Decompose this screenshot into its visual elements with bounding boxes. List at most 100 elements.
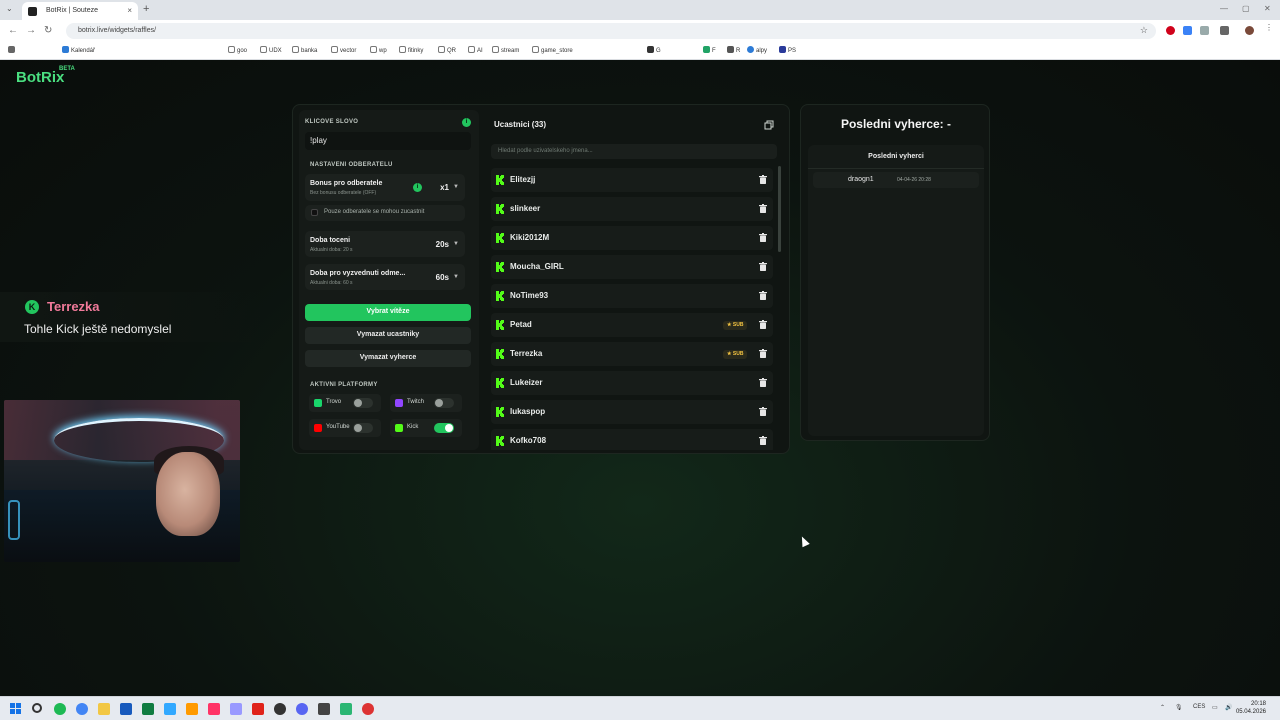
participant-row[interactable]: Petad ★ SUB: [491, 313, 773, 337]
chevron-down-icon[interactable]: ▼: [453, 241, 459, 247]
trash-icon[interactable]: [759, 262, 767, 271]
bookmark-folder[interactable]: UDX: [260, 46, 282, 54]
bookmark-folder[interactable]: AI: [468, 46, 483, 54]
profile-avatar[interactable]: [1245, 26, 1254, 35]
botrix-logo[interactable]: BotRix: [16, 69, 64, 86]
youtube-toggle[interactable]: [353, 423, 373, 433]
participant-row[interactable]: Kiki2012M: [491, 226, 773, 250]
participant-row[interactable]: lukaspop: [491, 400, 773, 424]
participant-row[interactable]: slinkeer: [491, 197, 773, 221]
kick-toggle[interactable]: [434, 423, 454, 433]
clear-winners-button[interactable]: Vymazat vyherce: [305, 350, 471, 367]
app-icon[interactable]: [340, 703, 352, 715]
bookmark-folder[interactable]: fitinky: [399, 46, 423, 54]
bookmark-link[interactable]: alpy: [747, 46, 767, 54]
bookmark-folder[interactable]: goo: [228, 46, 247, 54]
illustrator-icon[interactable]: [186, 703, 198, 715]
extension-icon[interactable]: [1200, 26, 1209, 35]
search-icon[interactable]: [32, 703, 42, 713]
participant-row[interactable]: NoTime93: [491, 284, 773, 308]
subscriber-bonus-setting[interactable]: Bonus pro odberatele Bez bonusu odberate…: [305, 174, 465, 201]
claim-duration-setting[interactable]: Doba pro vyzvednuti odme... Aktualni dob…: [305, 264, 465, 290]
pick-winner-button[interactable]: Vybrat vítěze: [305, 304, 471, 321]
trash-icon[interactable]: [759, 436, 767, 445]
bookmark-folder[interactable]: vector: [331, 46, 356, 54]
bookmark-folder[interactable]: QR: [438, 46, 456, 54]
trash-icon[interactable]: [759, 407, 767, 416]
participants-scrollbar[interactable]: [778, 166, 781, 252]
browser-menu-icon[interactable]: ⋮: [1265, 23, 1274, 32]
bookmark-folder[interactable]: banka: [292, 46, 317, 54]
word-icon[interactable]: [120, 703, 132, 715]
info-icon[interactable]: i: [462, 118, 471, 127]
bookmark-star-icon[interactable]: ☆: [1140, 25, 1148, 36]
forward-icon[interactable]: →: [26, 25, 36, 36]
trovo-toggle[interactable]: [353, 398, 373, 408]
claim-duration-select[interactable]: 60s: [436, 273, 449, 282]
participant-row[interactable]: Terrezka ★ SUB: [491, 342, 773, 366]
trash-icon[interactable]: [759, 204, 767, 213]
bookmark-link[interactable]: R: [727, 46, 740, 54]
trash-icon[interactable]: [759, 320, 767, 329]
system-clock[interactable]: 20:18 05.04.2026: [1236, 700, 1266, 716]
participant-row[interactable]: Lukeizer: [491, 371, 773, 395]
bookmark-folder[interactable]: stream: [492, 46, 519, 54]
premiere-icon[interactable]: [230, 703, 242, 715]
trash-icon[interactable]: [759, 291, 767, 300]
trash-icon[interactable]: [759, 378, 767, 387]
language-indicator[interactable]: CES: [1193, 704, 1205, 710]
clear-participants-button[interactable]: Vymazat ucastniky: [305, 327, 471, 344]
participant-row[interactable]: Kofko708: [491, 429, 773, 450]
participant-search-input[interactable]: Hledat podle uzivatelskeho jmena...: [491, 144, 777, 159]
bookmark-folder[interactable]: game_store: [532, 46, 573, 54]
tray-chevron-icon[interactable]: ⌃: [1160, 704, 1165, 711]
spin-duration-select[interactable]: 20s: [436, 240, 449, 249]
reload-icon[interactable]: ↻: [44, 25, 52, 36]
new-tab-icon[interactable]: +: [143, 3, 149, 15]
trash-icon[interactable]: [759, 233, 767, 242]
opera-icon[interactable]: [362, 703, 374, 715]
trash-icon[interactable]: [759, 349, 767, 358]
indesign-icon[interactable]: [208, 703, 220, 715]
only-subscribers-option[interactable]: Pouze odberatele se mohou zucastnit: [305, 205, 465, 221]
info-icon[interactable]: i: [413, 183, 422, 192]
acrobat-icon[interactable]: [252, 703, 264, 715]
extension-icon[interactable]: [1183, 26, 1192, 35]
file-explorer-icon[interactable]: [98, 703, 110, 715]
opera-extension-icon[interactable]: [1166, 26, 1175, 35]
chevron-down-icon[interactable]: ▼: [453, 274, 459, 280]
participant-row[interactable]: Elitezjj: [491, 168, 773, 192]
obs-icon[interactable]: [274, 703, 286, 715]
discord-icon[interactable]: [296, 703, 308, 715]
chevron-down-icon[interactable]: ▼: [453, 184, 459, 190]
microphone-icon[interactable]: 🎙: [1175, 704, 1183, 711]
bookmark-folder[interactable]: wp: [370, 46, 387, 54]
spotify-icon[interactable]: [54, 703, 66, 715]
bonus-multiplier-select[interactable]: x1: [440, 183, 449, 192]
excel-icon[interactable]: [142, 703, 154, 715]
url-field[interactable]: botrix.live/widgets/raffles/ ☆: [66, 23, 1156, 39]
chrome-icon[interactable]: [76, 703, 88, 715]
volume-icon[interactable]: 🔊: [1225, 704, 1232, 711]
extensions-puzzle-icon[interactable]: [1220, 26, 1229, 35]
participant-row[interactable]: Moucha_GIRL: [491, 255, 773, 279]
only-subscribers-checkbox[interactable]: [311, 209, 318, 216]
maximize-icon[interactable]: ▢: [1242, 4, 1250, 13]
bookmark-link[interactable]: F: [703, 46, 716, 54]
keyword-input[interactable]: !play: [305, 132, 471, 150]
bookmark-calendar[interactable]: Kalendář: [62, 46, 95, 54]
bookmark-link[interactable]: PS: [779, 46, 796, 54]
windows-start-icon[interactable]: [10, 703, 22, 715]
network-icon[interactable]: ▭: [1212, 704, 1218, 711]
tab-close-icon[interactable]: ×: [127, 6, 132, 15]
tab-list-chevron-icon[interactable]: ⌄: [6, 4, 13, 13]
app-icon[interactable]: [318, 703, 330, 715]
browser-tab[interactable]: BotRix | Souteze ×: [22, 2, 138, 20]
apps-icon[interactable]: [8, 46, 17, 54]
photoshop-icon[interactable]: [164, 703, 176, 715]
window-close-icon[interactable]: ✕: [1264, 4, 1271, 13]
back-icon[interactable]: ←: [8, 25, 18, 36]
twitch-toggle[interactable]: [434, 398, 454, 408]
bookmark-link[interactable]: G: [647, 46, 661, 54]
spin-duration-setting[interactable]: Doba toceni Aktualni doba: 20 s 20s ▼: [305, 231, 465, 257]
